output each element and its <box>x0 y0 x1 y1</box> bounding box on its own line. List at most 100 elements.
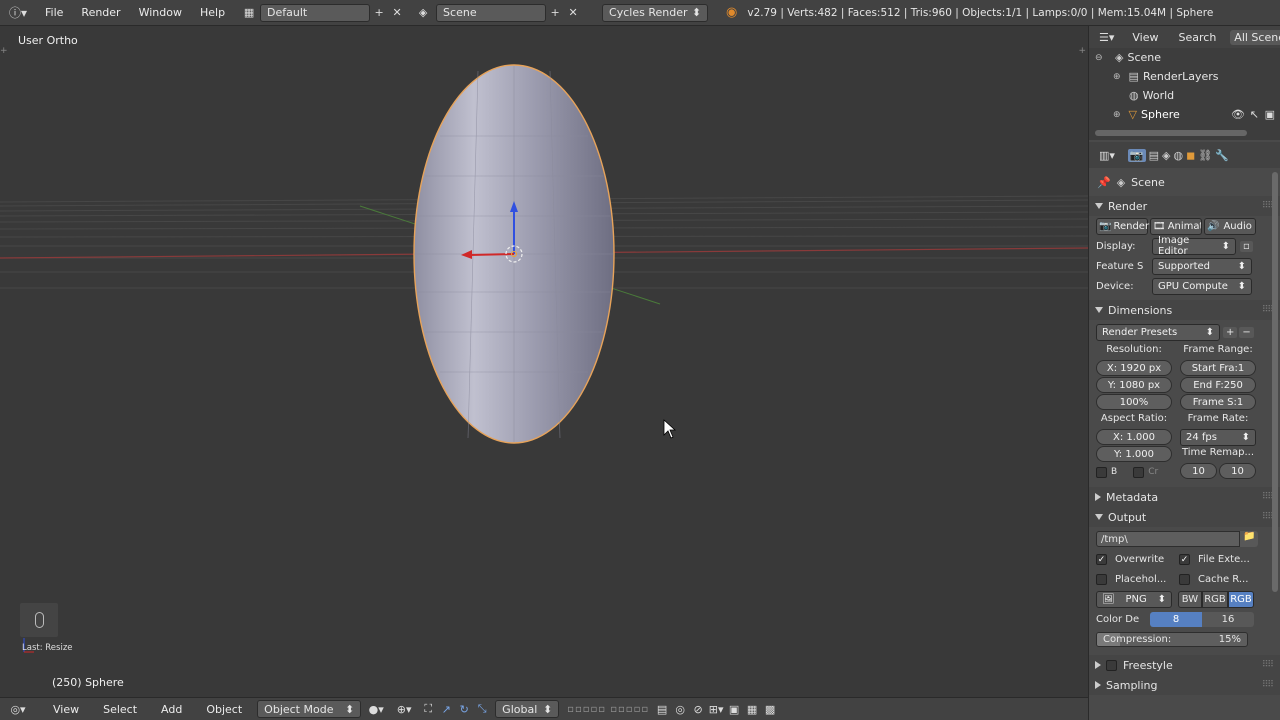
resolution-y-field[interactable]: Y: 1080 px <box>1096 377 1172 393</box>
lock-interface-icon[interactable]: ▫ <box>1240 240 1253 252</box>
camera-icon[interactable]: ▩ <box>761 700 779 718</box>
crop-checkbox[interactable] <box>1133 466 1145 478</box>
frame-step-field[interactable]: Frame S:1 <box>1180 394 1256 410</box>
3d-viewport[interactable]: User Ortho + + Last: Resize (250) Sphere <box>0 26 1088 696</box>
resolution-x-field[interactable]: X: 1920 px <box>1096 360 1172 376</box>
manipulator-toggle-icon[interactable]: ⛶ <box>419 700 437 718</box>
drag-handle-icon[interactable]: ⠿⠿ <box>1262 660 1274 670</box>
scene-selector[interactable]: Scene <box>436 3 547 22</box>
menu-object[interactable]: Object <box>199 703 249 716</box>
add-preset-icon[interactable]: + <box>1223 326 1238 338</box>
render-presets-select[interactable]: Render Presets ⬍ <box>1096 323 1220 341</box>
layout-grid-icon[interactable]: ▦ <box>240 4 258 22</box>
time-remap-old-field[interactable]: 10 <box>1180 463 1217 479</box>
outliner-filter-select[interactable]: All Scenes <box>1230 29 1280 45</box>
render-engine-select[interactable]: Cycles Render ⬍ <box>602 3 709 22</box>
menu-help[interactable]: Help <box>191 6 234 19</box>
editor-type-button[interactable]: ⓘ▾ <box>0 4 36 21</box>
device-select[interactable]: GPU Compute ⬍ <box>1152 277 1252 295</box>
orientation-select[interactable]: Global ⬍ <box>495 700 560 718</box>
viewport-shading-icon[interactable]: ●▾ <box>367 700 385 718</box>
constraints-context-icon[interactable]: ⛓ <box>1198 149 1212 162</box>
toolshelf-toggle[interactable]: + <box>0 46 8 56</box>
translate-manipulator-icon[interactable]: ↗ <box>437 700 455 718</box>
add-scene-icon[interactable]: + <box>546 4 564 22</box>
modifiers-context-icon[interactable]: 🔧 <box>1215 149 1229 162</box>
feature-set-select[interactable]: Supported ⬍ <box>1152 257 1252 275</box>
world-context-icon[interactable]: ◍ <box>1174 149 1184 162</box>
sampling-panel-header[interactable]: Sampling ⠿⠿ <box>1089 675 1280 695</box>
delete-layout-icon[interactable]: ✕ <box>388 4 406 22</box>
display-select[interactable]: Image Editor ⬍ <box>1152 235 1236 257</box>
add-layout-icon[interactable]: + <box>370 4 388 22</box>
expand-icon[interactable]: ⊕ <box>1113 110 1121 120</box>
proportional-edit-icon[interactable]: ◎ <box>671 700 689 718</box>
mode-select[interactable]: Object Mode ⬍ <box>257 700 362 718</box>
outliner-view-menu[interactable]: View <box>1132 31 1158 44</box>
outliner-row-sphere[interactable]: ⊕ ▽ Sphere 👁 ↖ ▣ <box>1089 105 1280 124</box>
falloff-icon[interactable]: ⊘ <box>689 700 707 718</box>
drag-handle-icon[interactable]: ⠿⠿ <box>1262 680 1274 690</box>
color-mode-rgb[interactable]: RGB <box>1202 590 1228 608</box>
expand-icon[interactable]: ⊕ <box>1113 72 1121 82</box>
properties-shelf-toggle[interactable]: + <box>1078 46 1086 56</box>
render-still-button[interactable]: 📷 Render <box>1096 217 1149 235</box>
metadata-panel-header[interactable]: Metadata ⠿⠿ <box>1089 487 1280 507</box>
menu-file[interactable]: File <box>36 6 72 19</box>
outliner-editor-icon[interactable]: ☰▾ <box>1099 31 1114 44</box>
pivot-point-icon[interactable]: ⊕▾ <box>395 700 413 718</box>
time-remap-new-field[interactable]: 10 <box>1219 463 1256 479</box>
freestyle-panel-header[interactable]: Freestyle ⠿⠿ <box>1089 655 1280 675</box>
render-animation-icon[interactable]: ▦ <box>743 700 761 718</box>
lock-layers-icon[interactable]: ▤ <box>653 700 671 718</box>
color-mode-rgba[interactable]: RGB <box>1228 590 1254 608</box>
rotate-manipulator-icon[interactable]: ↻ <box>455 700 473 718</box>
dimensions-panel-header[interactable]: Dimensions ⠿⠿ <box>1089 300 1280 320</box>
outliner-row-scene[interactable]: ⊖ ◈ Scene <box>1089 48 1280 67</box>
menu-view[interactable]: View <box>46 703 86 716</box>
frame-end-field[interactable]: End F:250 <box>1180 377 1256 393</box>
outliner-search-menu[interactable]: Search <box>1179 31 1217 44</box>
layer-buttons[interactable]: ▫▫▫▫▫ ▫▫▫▫▫ <box>567 704 649 715</box>
color-depth-8[interactable]: 8 <box>1150 611 1202 627</box>
file-extensions-checkbox[interactable] <box>1179 553 1190 565</box>
object-context-icon[interactable]: ◼ <box>1186 149 1195 162</box>
properties-editor-icon[interactable]: ▥▾ <box>1099 149 1115 162</box>
resolution-percent-field[interactable]: 100% <box>1096 394 1172 410</box>
outliner-scrollbar[interactable] <box>1095 130 1247 136</box>
render-panel-header[interactable]: Render ⠿⠿ <box>1089 196 1280 216</box>
freestyle-checkbox[interactable] <box>1106 659 1117 671</box>
color-depth-16[interactable]: 16 <box>1202 611 1254 627</box>
output-path-field[interactable]: /tmp\ <box>1096 531 1240 547</box>
scale-manipulator-icon[interactable]: ⤡ <box>473 700 491 718</box>
color-mode-bw[interactable]: BW <box>1178 590 1202 608</box>
cache-result-checkbox[interactable] <box>1179 573 1190 585</box>
renderlayer-context-icon[interactable]: ▤ <box>1149 149 1159 162</box>
selectable-arrow-icon[interactable]: ↖ <box>1250 108 1259 121</box>
render-animation-button[interactable]: 🎞Animati <box>1150 217 1202 235</box>
menu-select[interactable]: Select <box>96 703 144 716</box>
outliner-row-world[interactable]: ◍ World <box>1089 86 1280 105</box>
layout-selector[interactable]: Default <box>260 3 371 22</box>
aspect-y-field[interactable]: Y: 1.000 <box>1096 446 1172 462</box>
render-audio-button[interactable]: 🔊 Audio <box>1204 217 1256 235</box>
snap-icon[interactable]: ⊞▾ <box>707 700 725 718</box>
output-panel-header[interactable]: Output ⠿⠿ <box>1089 507 1280 527</box>
render-preview-icon[interactable]: ▣ <box>725 700 743 718</box>
aspect-x-field[interactable]: X: 1.000 <box>1096 429 1172 445</box>
outliner-row-renderlayers[interactable]: ⊕ ▤ RenderLayers <box>1089 67 1280 86</box>
visibility-eye-icon[interactable]: 👁 <box>1231 108 1245 121</box>
remove-preset-icon[interactable]: − <box>1239 326 1254 338</box>
menu-add[interactable]: Add <box>154 703 189 716</box>
editor-type-button[interactable]: ◎▾ <box>0 703 36 716</box>
overwrite-checkbox[interactable] <box>1096 553 1107 565</box>
frame-start-field[interactable]: Start Fra:1 <box>1180 360 1256 376</box>
border-checkbox[interactable] <box>1096 466 1107 478</box>
scene-context-icon[interactable]: ◈ <box>1162 149 1170 162</box>
file-format-select[interactable]: 🖼 PNG ⬍ <box>1096 590 1172 608</box>
delete-scene-icon[interactable]: ✕ <box>564 4 582 22</box>
pin-icon[interactable]: 📌 <box>1097 176 1111 189</box>
frame-rate-select[interactable]: 24 fps ⬍ <box>1180 429 1256 446</box>
renderable-camera-icon[interactable]: ▣ <box>1265 108 1275 121</box>
collapse-icon[interactable]: ⊖ <box>1095 53 1109 63</box>
